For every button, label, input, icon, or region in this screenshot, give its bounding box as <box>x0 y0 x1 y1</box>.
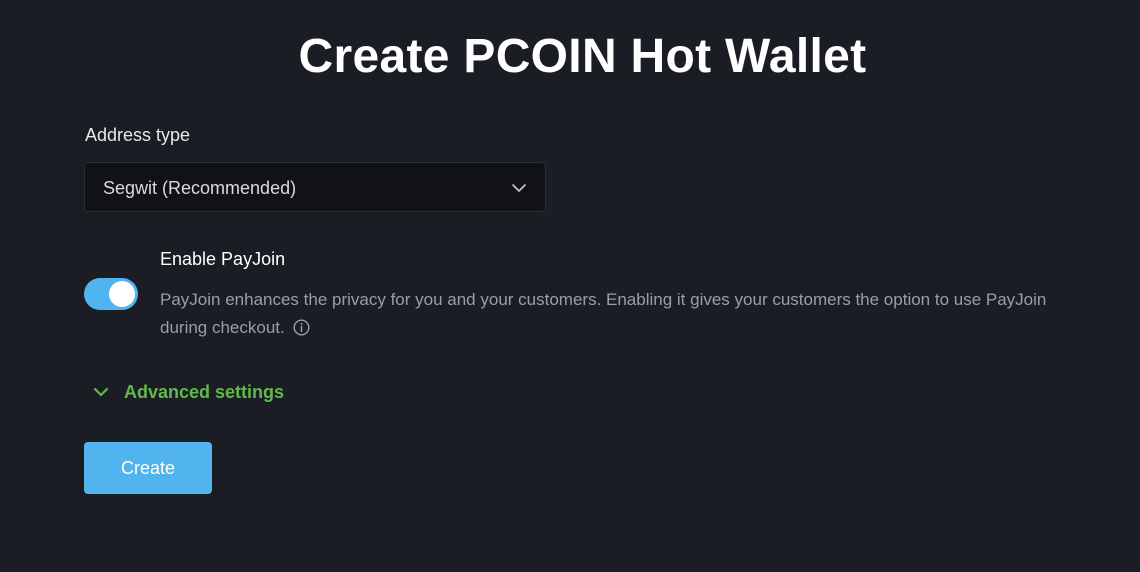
page-title: Create PCOIN Hot Wallet <box>298 30 867 83</box>
payjoin-label: Enable PayJoin <box>160 249 286 269</box>
advanced-settings-label: Advanced settings <box>124 382 285 402</box>
advanced-settings-toggle[interactable]: Advanced settings <box>92 378 284 406</box>
address-type-select[interactable]: Segwit (Recommended) <box>84 162 546 212</box>
address-type-selected-value: Segwit (Recommended) <box>103 178 297 198</box>
toggle-knob <box>109 281 135 307</box>
info-icon[interactable] <box>293 319 310 336</box>
payjoin-toggle[interactable] <box>84 278 138 310</box>
create-button[interactable]: Create <box>84 442 212 494</box>
payjoin-description: PayJoin enhances the privacy for you and… <box>160 286 1080 342</box>
chevron-down-icon <box>93 387 109 397</box>
address-type-label: Address type <box>85 125 191 145</box>
chevron-down-icon <box>512 184 526 192</box>
